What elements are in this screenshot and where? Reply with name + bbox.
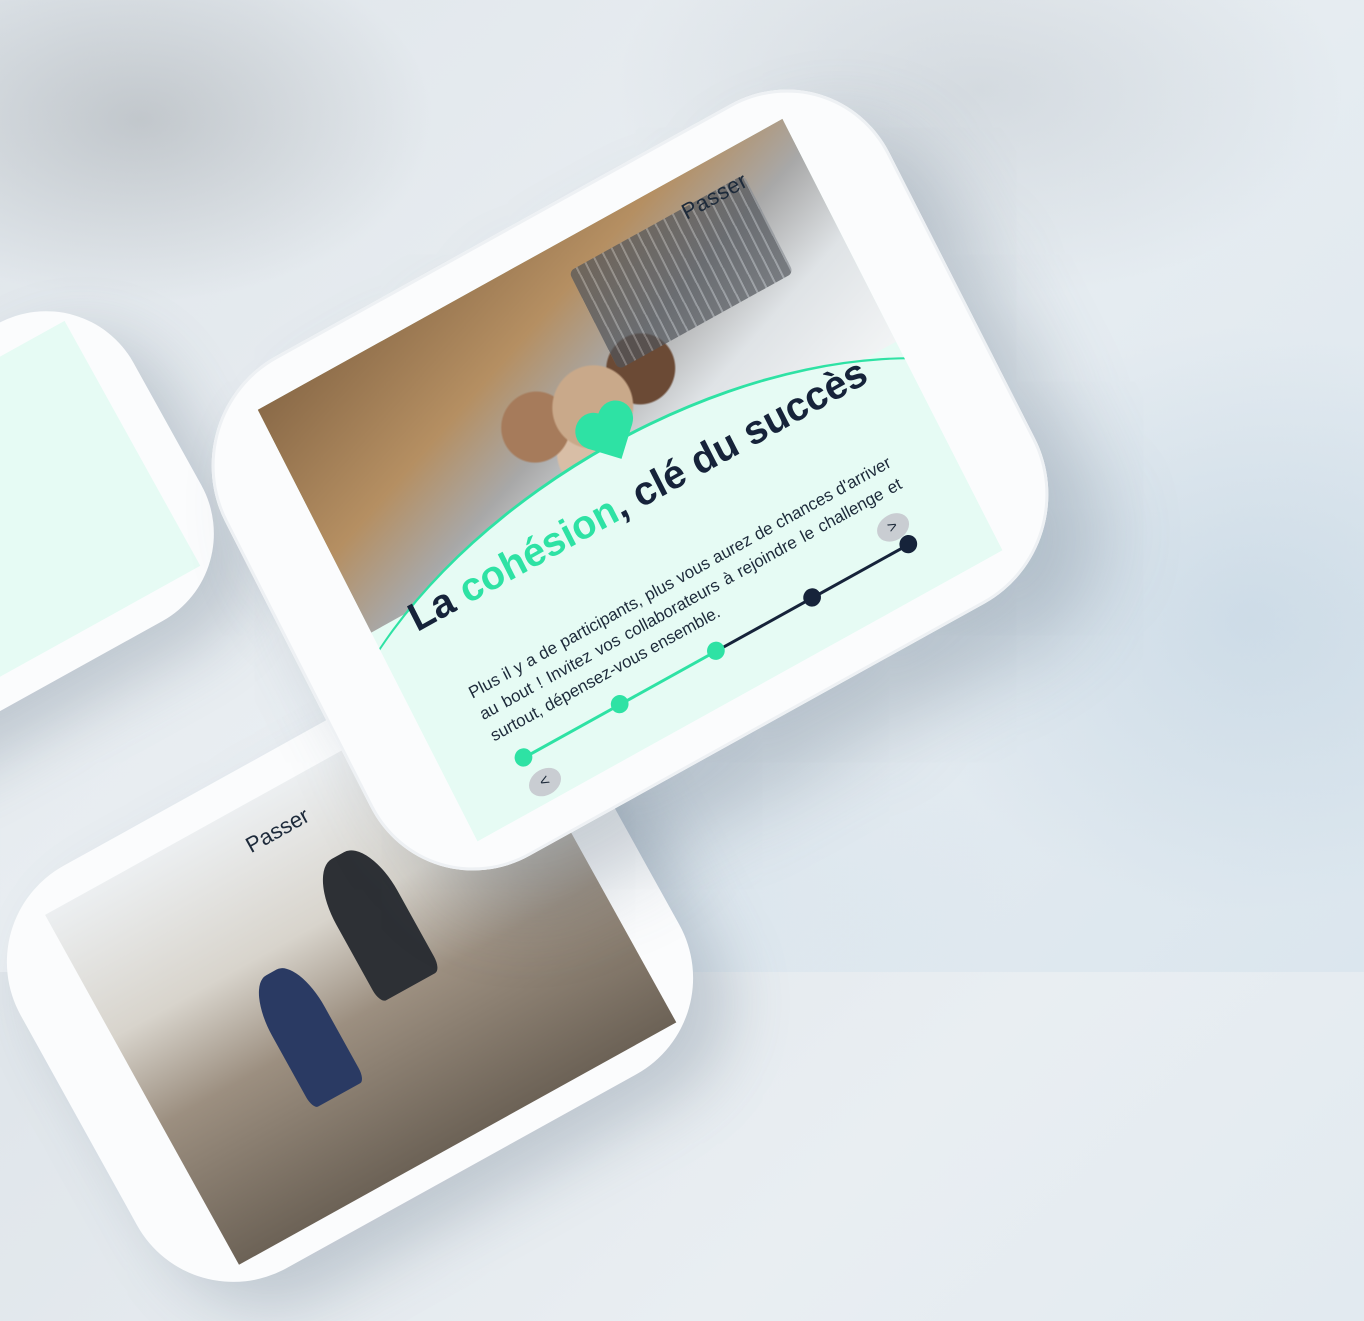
skip-button[interactable]: Passer xyxy=(241,803,314,859)
progress-step-dot xyxy=(800,585,825,610)
chevron-left-icon: < xyxy=(536,771,553,792)
runner-image xyxy=(245,957,366,1110)
progress-step-dot xyxy=(607,691,632,717)
progress-step-dot xyxy=(703,638,728,664)
chevron-right-icon: > xyxy=(884,517,901,537)
